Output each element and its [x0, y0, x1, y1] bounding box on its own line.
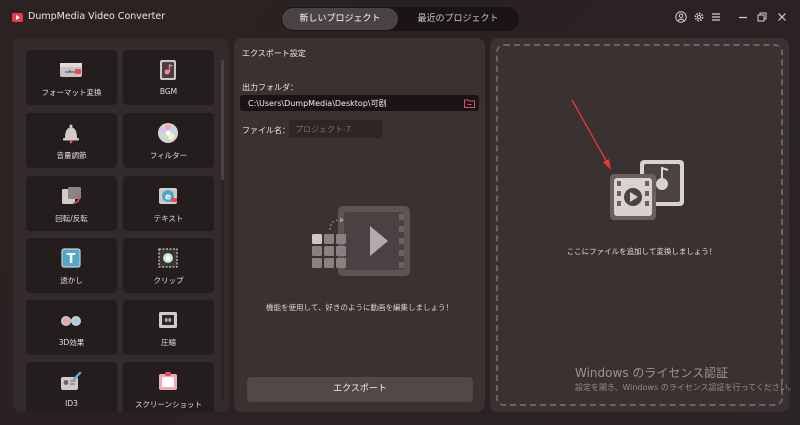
watermark-icon: T — [61, 248, 81, 268]
tools-scrollbar-thumb[interactable] — [221, 60, 224, 180]
project-tabs: 新しいプロジェクト 最近のプロジェクト — [281, 7, 519, 31]
id3-icon — [61, 371, 82, 390]
filter-icon — [158, 123, 178, 143]
filename-input[interactable] — [289, 120, 382, 138]
tool-compress[interactable]: 圧縮 — [123, 300, 214, 355]
user-icon[interactable] — [674, 10, 688, 24]
tool-label: ID3 — [65, 399, 78, 408]
tool-3d[interactable]: 3D効果 — [26, 300, 117, 355]
screenshot-icon — [159, 372, 177, 390]
tool-label: フィルター — [149, 151, 188, 160]
add-file-icon — [610, 160, 684, 220]
tool-label: テキスト — [153, 214, 184, 223]
output-folder-label: 出力フォルダ： — [242, 83, 298, 92]
tool-label: 3D効果 — [58, 338, 85, 347]
windows-activation-subtitle: 設定を開き、Windows のライセンス認証を行ってください。 — [575, 383, 796, 392]
rotate-icon — [62, 187, 81, 204]
tool-screenshot[interactable]: スクリーンショット — [123, 362, 214, 412]
svg-text:T: T — [67, 252, 76, 267]
tool-filter[interactable]: フィルター — [123, 113, 214, 168]
tool-id3[interactable]: ID3 — [26, 362, 117, 412]
tool-bgm[interactable]: BGM — [123, 50, 214, 105]
volume-icon — [63, 124, 79, 144]
text-icon: e — [159, 188, 177, 204]
tool-label: BGM — [159, 87, 178, 96]
svg-text:e: e — [165, 193, 171, 203]
output-folder-path: C:\Users\DumpMedia\Desktop\可剧 — [248, 99, 387, 108]
drop-zone-message: ここにファイルを追加して変換しましょう！ — [566, 247, 717, 256]
export-button[interactable]: エクスポート — [247, 377, 473, 402]
tool-label: 透かし — [60, 276, 83, 285]
tools-panel: フォーマット変換 BGM 音量調節 フィルター 回転/反転 e テキスト T 透… — [13, 38, 229, 412]
compress-icon — [159, 312, 177, 328]
tool-rotate[interactable]: 回転/反転 — [26, 176, 117, 231]
restore-icon[interactable] — [755, 10, 769, 24]
tool-format-convert[interactable]: フォーマット変換 — [26, 50, 117, 105]
app-logo-icon — [12, 13, 23, 22]
tool-label: クリップ — [153, 276, 184, 285]
export-settings-heading: エクスポート設定 — [242, 49, 306, 58]
output-folder-field[interactable]: C:\Users\DumpMedia\Desktop\可剧 — [240, 95, 479, 111]
crop-icon — [158, 248, 178, 268]
edit-message: 機能を使用して、好きのように動画を編集しましょう！ — [266, 303, 453, 312]
format-convert-icon — [60, 63, 82, 77]
gear-icon[interactable] — [692, 10, 706, 24]
close-icon[interactable] — [775, 10, 789, 24]
tool-label: スクリーンショット — [134, 400, 203, 409]
tool-label: フォーマット変換 — [41, 88, 102, 97]
export-settings-panel: エクスポート設定 出力フォルダ： C:\Users\DumpMedia\Desk… — [234, 38, 485, 412]
edit-video-illustration-icon — [312, 206, 410, 276]
title-bar: DumpMedia Video Converter 新しいプロジェクト 最近のプ… — [0, 0, 800, 36]
filename-label: ファイル名： — [242, 126, 290, 135]
tool-label: 圧縮 — [161, 338, 176, 347]
music-icon — [160, 60, 176, 80]
folder-icon[interactable] — [464, 98, 475, 108]
menu-icon[interactable] — [709, 10, 723, 24]
tool-text[interactable]: e テキスト — [123, 176, 214, 231]
file-drop-zone[interactable]: ここにファイルを追加して変換しましょう！ — [496, 44, 783, 406]
windows-activation-title: Windows のライセンス認証 — [575, 366, 729, 380]
tab-recent-projects[interactable]: 最近のプロジェクト — [399, 8, 517, 30]
minimize-icon[interactable] — [736, 10, 750, 24]
tool-volume[interactable]: 音量調節 — [26, 113, 117, 168]
tool-watermark[interactable]: T 透かし — [26, 238, 117, 293]
3d-glasses-icon — [61, 316, 81, 326]
drop-zone-panel: ここにファイルを追加して変換しましょう！ — [490, 38, 789, 412]
app-title: DumpMedia Video Converter — [28, 11, 166, 22]
tab-new-project[interactable]: 新しいプロジェクト — [282, 8, 398, 30]
tool-label: 音量調節 — [56, 151, 87, 160]
tool-crop[interactable]: クリップ — [123, 238, 214, 293]
tool-label: 回転/反転 — [55, 214, 88, 223]
